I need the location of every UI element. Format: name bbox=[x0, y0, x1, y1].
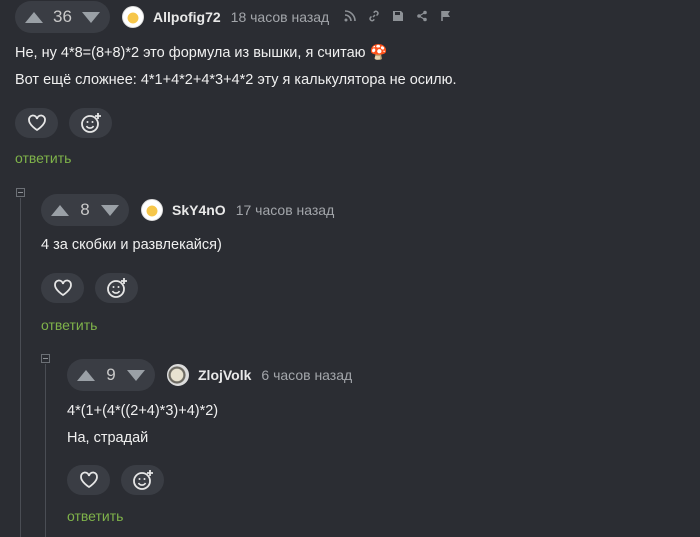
vote-count: 36 bbox=[53, 7, 72, 26]
upvote-icon[interactable] bbox=[77, 369, 95, 381]
smile-plus-icon bbox=[106, 278, 127, 298]
vote-widget: 36 bbox=[15, 1, 110, 33]
vote-widget: 9 bbox=[67, 359, 155, 391]
comment-body: 4*(1+(4*((2+4)*3)+4)*2) На, страдай bbox=[67, 398, 218, 452]
react-button[interactable] bbox=[121, 465, 164, 495]
downvote-icon[interactable] bbox=[101, 204, 119, 216]
comment-actions bbox=[67, 465, 164, 495]
comment-time[interactable]: 6 часов назад bbox=[261, 367, 352, 383]
downvote-icon[interactable] bbox=[81, 11, 100, 23]
smile-plus-icon bbox=[132, 470, 153, 490]
comment-line: На, страдай bbox=[67, 430, 149, 446]
vote-count: 9 bbox=[106, 365, 116, 384]
author-name[interactable]: Allpofig72 bbox=[153, 9, 221, 25]
like-button[interactable] bbox=[67, 465, 110, 495]
react-button[interactable] bbox=[69, 108, 112, 138]
collapse-toggle[interactable] bbox=[41, 354, 50, 363]
comment-body: 4 за скобки и развлекайся) bbox=[41, 232, 222, 259]
collapse-toggle[interactable] bbox=[16, 188, 25, 197]
rss-icon[interactable] bbox=[343, 9, 357, 25]
comment-line: 4 за скобки и развлекайся) bbox=[41, 237, 222, 253]
comment-header: 36 Allpofig72 18 часов назад bbox=[15, 1, 453, 33]
flag-icon[interactable] bbox=[439, 10, 453, 25]
reply-link[interactable]: ответить bbox=[67, 508, 123, 524]
comment-time[interactable]: 17 часов назад bbox=[236, 202, 335, 218]
heart-icon bbox=[79, 471, 98, 489]
comment-actions bbox=[41, 273, 138, 303]
share-icon[interactable] bbox=[415, 10, 429, 25]
heart-icon bbox=[27, 114, 46, 132]
avatar[interactable] bbox=[167, 364, 189, 386]
avatar[interactable] bbox=[122, 6, 144, 28]
author-name[interactable]: ZlojVolk bbox=[198, 367, 251, 383]
downvote-icon[interactable] bbox=[127, 369, 145, 381]
vote-widget: 8 bbox=[41, 194, 129, 226]
save-icon[interactable] bbox=[391, 10, 405, 25]
react-button[interactable] bbox=[95, 273, 138, 303]
comment-line: Не, ну 4*8=(8+8)*2 это формула из вышки,… bbox=[15, 45, 388, 61]
author-name[interactable]: SkY4nO bbox=[172, 202, 226, 218]
comment-header: 8 SkY4nO 17 часов назад bbox=[41, 194, 334, 226]
link-icon[interactable] bbox=[367, 10, 381, 25]
comment-time[interactable]: 18 часов назад bbox=[231, 9, 330, 25]
comment-line: 4*(1+(4*((2+4)*3)+4)*2) bbox=[67, 403, 219, 419]
upvote-icon[interactable] bbox=[51, 204, 69, 216]
reply-link[interactable]: ответить bbox=[41, 317, 97, 333]
comment-actions bbox=[15, 108, 112, 138]
thread-line bbox=[20, 198, 21, 537]
smile-plus-icon bbox=[80, 113, 101, 133]
vote-count: 8 bbox=[80, 200, 90, 219]
upvote-icon[interactable] bbox=[25, 11, 43, 23]
comment-header: 9 ZlojVolk 6 часов назад bbox=[67, 359, 352, 391]
reply-link[interactable]: ответить bbox=[15, 150, 71, 166]
comment-tools bbox=[343, 9, 453, 25]
comment-body: Не, ну 4*8=(8+8)*2 это формула из вышки,… bbox=[15, 40, 456, 94]
like-button[interactable] bbox=[15, 108, 58, 138]
heart-icon bbox=[53, 279, 72, 297]
like-button[interactable] bbox=[41, 273, 84, 303]
thread-line bbox=[45, 364, 46, 537]
comment-line: Вот ещё сложнее: 4*1+4*2+4*3+4*2 эту я к… bbox=[15, 72, 457, 88]
avatar[interactable] bbox=[141, 199, 163, 221]
